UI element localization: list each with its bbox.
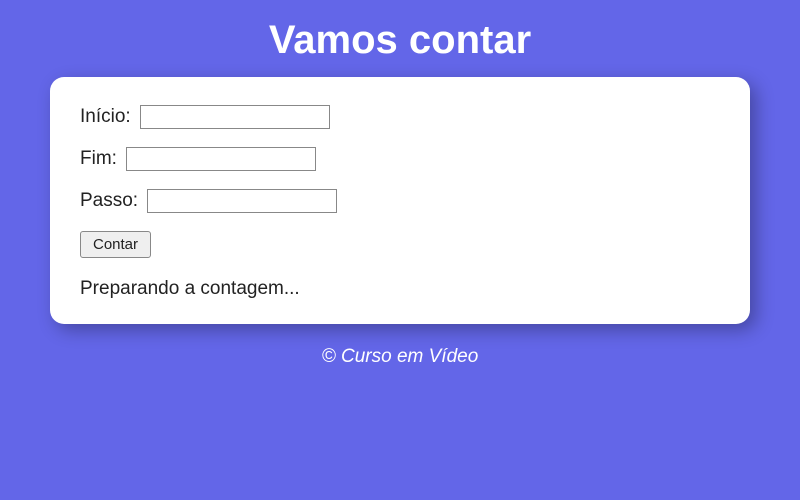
contar-button[interactable]: Contar bbox=[80, 231, 151, 258]
inicio-input[interactable] bbox=[140, 105, 330, 129]
inicio-label: Início: bbox=[80, 106, 131, 127]
submit-row: Contar bbox=[80, 231, 720, 258]
fim-row: Fim: bbox=[80, 147, 720, 171]
fim-input[interactable] bbox=[126, 147, 316, 171]
inicio-row: Início: bbox=[80, 105, 720, 129]
page-footer: © Curso em Vídeo bbox=[0, 346, 800, 368]
main-card: Início: Fim: Passo: Contar Preparando a … bbox=[50, 77, 750, 324]
footer-text: © Curso em Vídeo bbox=[0, 346, 800, 368]
page-title: Vamos contar bbox=[0, 18, 800, 63]
fim-label: Fim: bbox=[80, 148, 117, 169]
passo-label: Passo: bbox=[80, 190, 138, 211]
result-text: Preparando a contagem... bbox=[80, 278, 720, 300]
passo-row: Passo: bbox=[80, 189, 720, 213]
page-header: Vamos contar bbox=[0, 0, 800, 77]
passo-input[interactable] bbox=[147, 189, 337, 213]
